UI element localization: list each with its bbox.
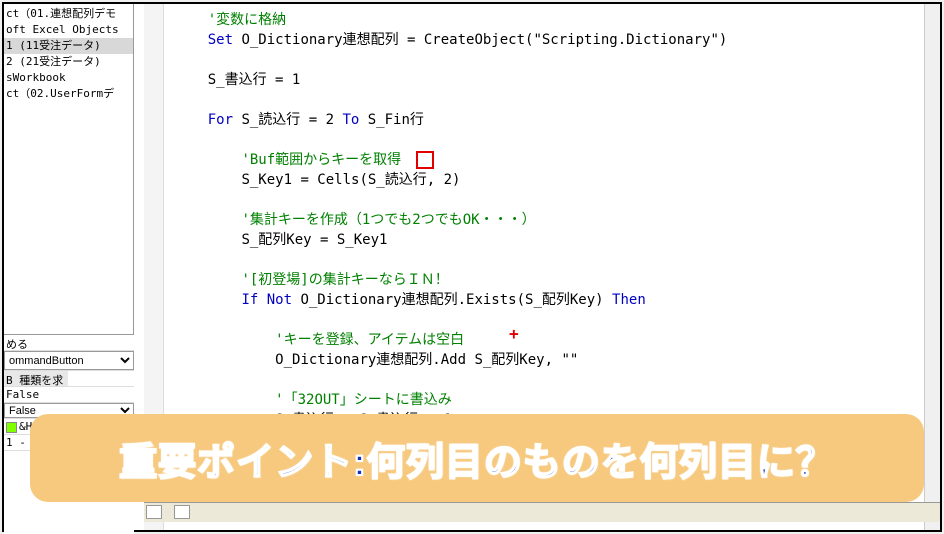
view-mode-button[interactable] xyxy=(174,505,190,519)
tree-item[interactable]: oft Excel Objects xyxy=(4,22,133,38)
highlight-box xyxy=(416,151,434,169)
color-swatch-icon xyxy=(6,422,17,433)
tree-item[interactable]: sWorkbook xyxy=(4,70,133,86)
cursor-marker: + xyxy=(509,324,519,343)
status-bar xyxy=(144,502,940,522)
tree-item[interactable]: ct（01.連想配列デモ xyxy=(4,6,133,22)
prop-value[interactable]: False xyxy=(4,387,134,402)
project-tree[interactable]: ct（01.連想配列デモ oft Excel Objects 1 (11受注デー… xyxy=(4,4,133,102)
tree-item[interactable]: 1 (11受注データ) xyxy=(4,38,133,54)
prop-header: B_種類を求 xyxy=(4,371,68,386)
object-selector[interactable]: ommandButton xyxy=(4,351,134,370)
prop-label: める xyxy=(4,335,68,350)
tree-item[interactable]: 2 (21受注データ) xyxy=(4,54,133,70)
view-mode-button[interactable] xyxy=(146,505,162,519)
banner-text: 重要ポイント:何列目のものを何列目に？ xyxy=(119,431,835,486)
tree-item[interactable]: ct（02.UserFormデ xyxy=(4,86,133,102)
overlay-banner: 重要ポイント:何列目のものを何列目に？ xyxy=(30,414,924,502)
